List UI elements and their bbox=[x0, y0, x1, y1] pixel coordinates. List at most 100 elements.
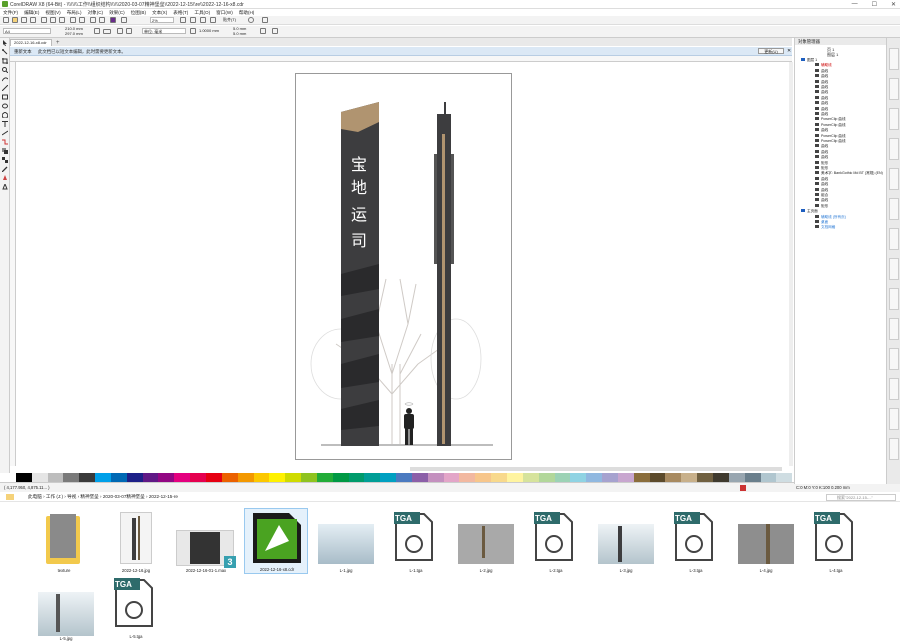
menu-edit[interactable]: 编辑(E) bbox=[24, 9, 39, 16]
options-gear-icon[interactable] bbox=[248, 17, 254, 23]
vertical-ruler[interactable] bbox=[10, 62, 16, 466]
crop-tool-icon[interactable] bbox=[2, 58, 8, 64]
color-swatch[interactable] bbox=[47, 473, 64, 482]
landscape-icon[interactable] bbox=[103, 29, 111, 34]
new-icon[interactable] bbox=[3, 17, 9, 23]
artwork[interactable]: 宝 地 运 司 bbox=[296, 74, 513, 461]
units-dropdown[interactable]: 单位: 毫米 bbox=[142, 28, 186, 34]
menu-text[interactable]: 文本(X) bbox=[152, 9, 167, 16]
color-swatch[interactable] bbox=[649, 473, 666, 482]
align-icon[interactable] bbox=[272, 28, 278, 34]
color-swatch[interactable] bbox=[681, 473, 698, 482]
color-swatch[interactable] bbox=[126, 473, 143, 482]
search-input[interactable]: 搜索"2022-12-15-..." bbox=[826, 494, 896, 501]
breadcrumb-item[interactable]: 精神堡垒 bbox=[80, 494, 98, 499]
color-swatch[interactable] bbox=[380, 473, 397, 482]
docker-tab-5[interactable] bbox=[889, 168, 899, 190]
color-swatch[interactable] bbox=[728, 473, 745, 482]
close-icon[interactable]: ✕ bbox=[787, 48, 791, 54]
color-swatch[interactable] bbox=[253, 473, 270, 482]
color-swatch[interactable] bbox=[348, 473, 365, 482]
ellipse-tool-icon[interactable] bbox=[2, 103, 8, 109]
color-swatch[interactable] bbox=[586, 473, 603, 482]
docker-tab-2[interactable] bbox=[889, 78, 899, 100]
open-icon[interactable] bbox=[12, 17, 18, 23]
file-item[interactable]: TGA L-5.tga bbox=[104, 576, 168, 640]
artistic-media-icon[interactable] bbox=[2, 85, 8, 91]
docker-tab-10[interactable] bbox=[889, 318, 899, 340]
color-swatch[interactable] bbox=[285, 473, 302, 482]
guidelines-icon[interactable] bbox=[210, 17, 216, 23]
menu-bitmaps[interactable]: 位图(B) bbox=[131, 9, 146, 16]
file-item[interactable]: TGA L-4.tga bbox=[804, 510, 868, 574]
color-swatch[interactable] bbox=[190, 473, 206, 482]
docker-tab-9[interactable] bbox=[889, 288, 899, 310]
docker-tab-7[interactable] bbox=[889, 228, 899, 250]
menu-object[interactable]: 对象(C) bbox=[88, 9, 104, 16]
redo-icon[interactable] bbox=[79, 17, 85, 23]
import-icon[interactable] bbox=[99, 17, 105, 23]
rulers-icon[interactable] bbox=[190, 17, 196, 23]
add-tab-icon[interactable]: + bbox=[56, 40, 60, 46]
color-swatch[interactable] bbox=[110, 473, 127, 482]
snap-dropdown[interactable]: 贴齐(T) bbox=[222, 17, 244, 23]
docker-tab-4[interactable] bbox=[889, 138, 899, 160]
page-size-dropdown[interactable]: A4 bbox=[3, 28, 51, 34]
full-screen-icon[interactable] bbox=[180, 17, 186, 23]
save-icon[interactable] bbox=[21, 17, 27, 23]
color-swatch[interactable] bbox=[459, 473, 476, 482]
current-page-icon[interactable] bbox=[126, 28, 132, 34]
text-tool-icon[interactable] bbox=[2, 121, 8, 127]
color-swatch[interactable] bbox=[554, 473, 571, 482]
document-page[interactable]: 宝 地 运 司 bbox=[295, 73, 512, 460]
docker-tab-6[interactable] bbox=[889, 198, 899, 220]
transparency-icon[interactable] bbox=[2, 157, 8, 163]
vertical-scrollbar[interactable] bbox=[789, 62, 793, 466]
color-swatch[interactable] bbox=[491, 473, 507, 482]
drop-shadow-icon[interactable] bbox=[2, 148, 8, 154]
docker-tab-13[interactable] bbox=[889, 408, 899, 430]
paste-icon[interactable] bbox=[59, 17, 65, 23]
breadcrumb-item[interactable]: 导视 bbox=[67, 494, 76, 499]
rectangle-tool-icon[interactable] bbox=[2, 94, 8, 100]
color-swatch[interactable] bbox=[744, 473, 761, 482]
minimize-button[interactable]: — bbox=[852, 1, 858, 8]
breadcrumb[interactable]: 此电脑 › 工作 (J:) › 导视 › 精神堡垒 › 2020-03-07精神… bbox=[28, 494, 178, 500]
polygon-tool-icon[interactable] bbox=[2, 112, 8, 118]
color-swatch[interactable] bbox=[443, 473, 460, 482]
breadcrumb-item[interactable]: 2020-03-07精神堡垒 bbox=[103, 494, 145, 499]
menu-view[interactable]: 视图(V) bbox=[45, 9, 60, 16]
docker-tab-14[interactable] bbox=[889, 438, 899, 460]
pick-tool-icon[interactable] bbox=[2, 40, 8, 46]
color-swatch[interactable] bbox=[316, 473, 333, 482]
color-swatch[interactable] bbox=[221, 473, 238, 482]
file-item[interactable]: TGA L-2.tga bbox=[524, 510, 588, 574]
menu-layout[interactable]: 布局(L) bbox=[67, 9, 82, 16]
zoom-level-field[interactable]: 2% bbox=[150, 17, 174, 23]
color-swatch[interactable] bbox=[364, 473, 381, 482]
color-swatch[interactable] bbox=[538, 473, 555, 482]
horizontal-scrollbar[interactable] bbox=[410, 467, 782, 471]
color-swatch[interactable] bbox=[712, 473, 729, 482]
copy-icon[interactable] bbox=[50, 17, 56, 23]
menu-effects[interactable]: 效果(C) bbox=[109, 9, 125, 16]
color-swatch[interactable] bbox=[15, 473, 32, 482]
breadcrumb-item[interactable]: 2022-12-15-re bbox=[149, 494, 178, 499]
color-swatch[interactable] bbox=[31, 473, 48, 482]
color-swatch[interactable] bbox=[411, 473, 428, 482]
search-icon[interactable] bbox=[90, 17, 96, 23]
freehand-tool-icon[interactable] bbox=[2, 76, 8, 82]
interactive-fill-icon[interactable] bbox=[2, 175, 8, 181]
cut-icon[interactable] bbox=[41, 17, 47, 23]
launch-icon[interactable] bbox=[262, 17, 268, 23]
parallel-dimension-icon[interactable] bbox=[2, 130, 8, 136]
file-item[interactable]: L-4.jpg bbox=[734, 510, 798, 574]
color-swatch[interactable] bbox=[760, 473, 777, 482]
close-button[interactable]: ✕ bbox=[891, 1, 896, 8]
duplicate-y-field[interactable]: 5.0 mm bbox=[232, 31, 254, 36]
menu-tools[interactable]: 工具(O) bbox=[194, 9, 210, 16]
smart-fill-icon[interactable] bbox=[2, 184, 8, 190]
color-swatch[interactable] bbox=[633, 473, 650, 482]
docker-tab-11[interactable] bbox=[889, 348, 899, 370]
color-swatch[interactable] bbox=[0, 473, 16, 482]
